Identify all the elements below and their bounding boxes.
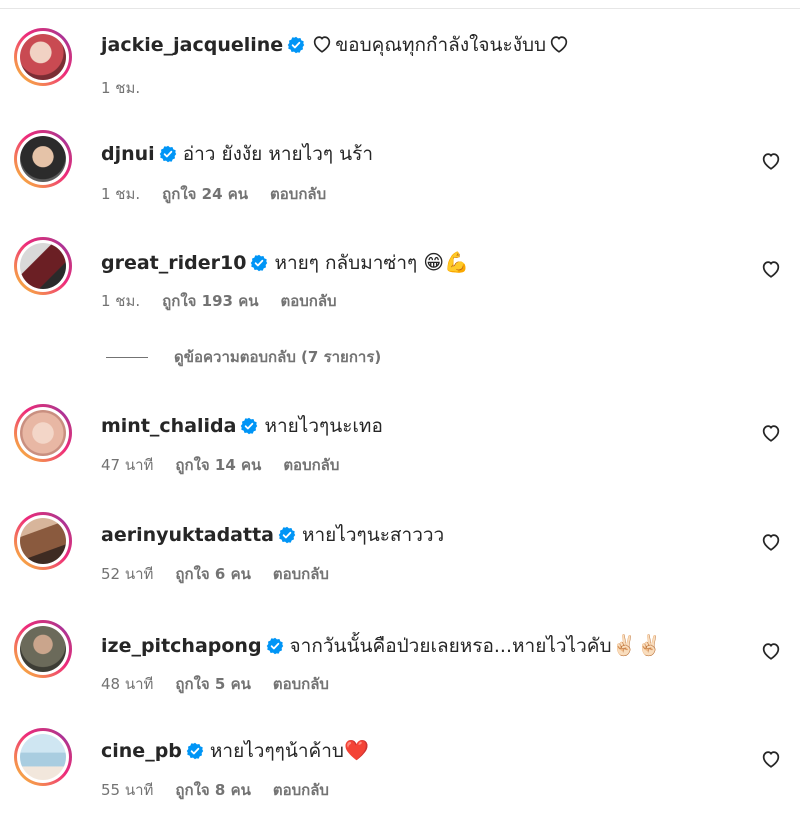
- comment-username[interactable]: ize_pitchapong: [101, 635, 262, 657]
- heart-emoji: ❤️: [343, 738, 369, 762]
- comment-text: หายไวๆนะสาววว: [301, 524, 445, 546]
- reply-button[interactable]: ตอบกลับ: [273, 675, 329, 693]
- like-count[interactable]: ถูกใจ 14 คน: [175, 456, 261, 474]
- comment-item: cine_pb หายไวๆๆน้าค้าบ❤️ 55 นาที ถูกใจ 8 ค…: [0, 0, 800, 799]
- like-heart-icon[interactable]: [760, 150, 782, 172]
- like-count[interactable]: ถูกใจ 6 คน: [175, 565, 250, 583]
- like-count[interactable]: ถูกใจ 5 คน: [175, 675, 250, 693]
- comment-time[interactable]: 48 นาที: [101, 675, 153, 693]
- comment-time[interactable]: 52 นาที: [101, 565, 153, 583]
- avatar[interactable]: [14, 404, 72, 462]
- comment-username[interactable]: great_rider10: [101, 252, 246, 274]
- like-heart-icon[interactable]: [760, 748, 782, 770]
- verified-badge-icon: [278, 526, 296, 544]
- like-count[interactable]: ถูกใจ 8 คน: [175, 781, 250, 799]
- comment-time[interactable]: 55 นาที: [101, 781, 153, 799]
- replies-divider: [106, 357, 148, 358]
- like-heart-icon[interactable]: [760, 258, 782, 280]
- view-replies-label: ดูข้อความตอบกลับ (7 รายการ): [174, 348, 382, 366]
- comment-time[interactable]: 1 ชม.: [101, 292, 140, 310]
- comment-text: หายไวๆๆน้าค้าบ: [209, 740, 344, 762]
- comment-username[interactable]: djnui: [101, 143, 155, 165]
- emoji: 😁💪: [423, 250, 470, 274]
- like-heart-icon[interactable]: [760, 531, 782, 553]
- reply-button[interactable]: ตอบกลับ: [280, 292, 336, 310]
- emoji: ✌🏻✌🏻: [611, 633, 662, 657]
- like-count[interactable]: ถูกใจ 24 คน: [162, 185, 248, 203]
- like-count[interactable]: ถูกใจ 193 คน: [162, 292, 258, 310]
- avatar[interactable]: [14, 728, 72, 786]
- reply-button[interactable]: ตอบกลับ: [273, 565, 329, 583]
- verified-badge-icon: [186, 742, 204, 760]
- comment-time[interactable]: 47 นาที: [101, 456, 153, 474]
- avatar[interactable]: [14, 512, 72, 570]
- avatar[interactable]: [14, 130, 72, 188]
- comment-username[interactable]: mint_chalida: [101, 415, 236, 437]
- verified-badge-icon: [241, 417, 258, 435]
- comment-text: หายๆ กลับมาซ่าๆ: [274, 252, 418, 274]
- comment-username[interactable]: cine_pb: [101, 740, 182, 762]
- reply-button[interactable]: ตอบกลับ: [273, 781, 329, 799]
- view-replies-button[interactable]: ดูข้อความตอบกลับ (7 รายการ): [106, 346, 381, 368]
- comment-text: หายไวๆนะเทอ: [264, 415, 383, 437]
- verified-badge-icon: [266, 637, 283, 655]
- comment-text: จากวันนั้นคือป่วยเลยหรอ...หายไวไวคับ: [289, 635, 612, 657]
- like-heart-icon[interactable]: [760, 422, 782, 444]
- like-heart-icon[interactable]: [760, 640, 782, 662]
- comment-text: อ่าว ยังงัย หายไวๆ นร้า: [182, 143, 373, 165]
- comment-username[interactable]: aerinyuktadatta: [101, 524, 274, 546]
- reply-button[interactable]: ตอบกลับ: [283, 456, 339, 474]
- avatar[interactable]: [14, 237, 72, 295]
- reply-button[interactable]: ตอบกลับ: [270, 185, 326, 203]
- avatar[interactable]: [14, 620, 72, 678]
- verified-badge-icon: [251, 254, 268, 272]
- comment-time[interactable]: 1 ชม.: [101, 185, 140, 203]
- verified-badge-icon: [159, 145, 176, 163]
